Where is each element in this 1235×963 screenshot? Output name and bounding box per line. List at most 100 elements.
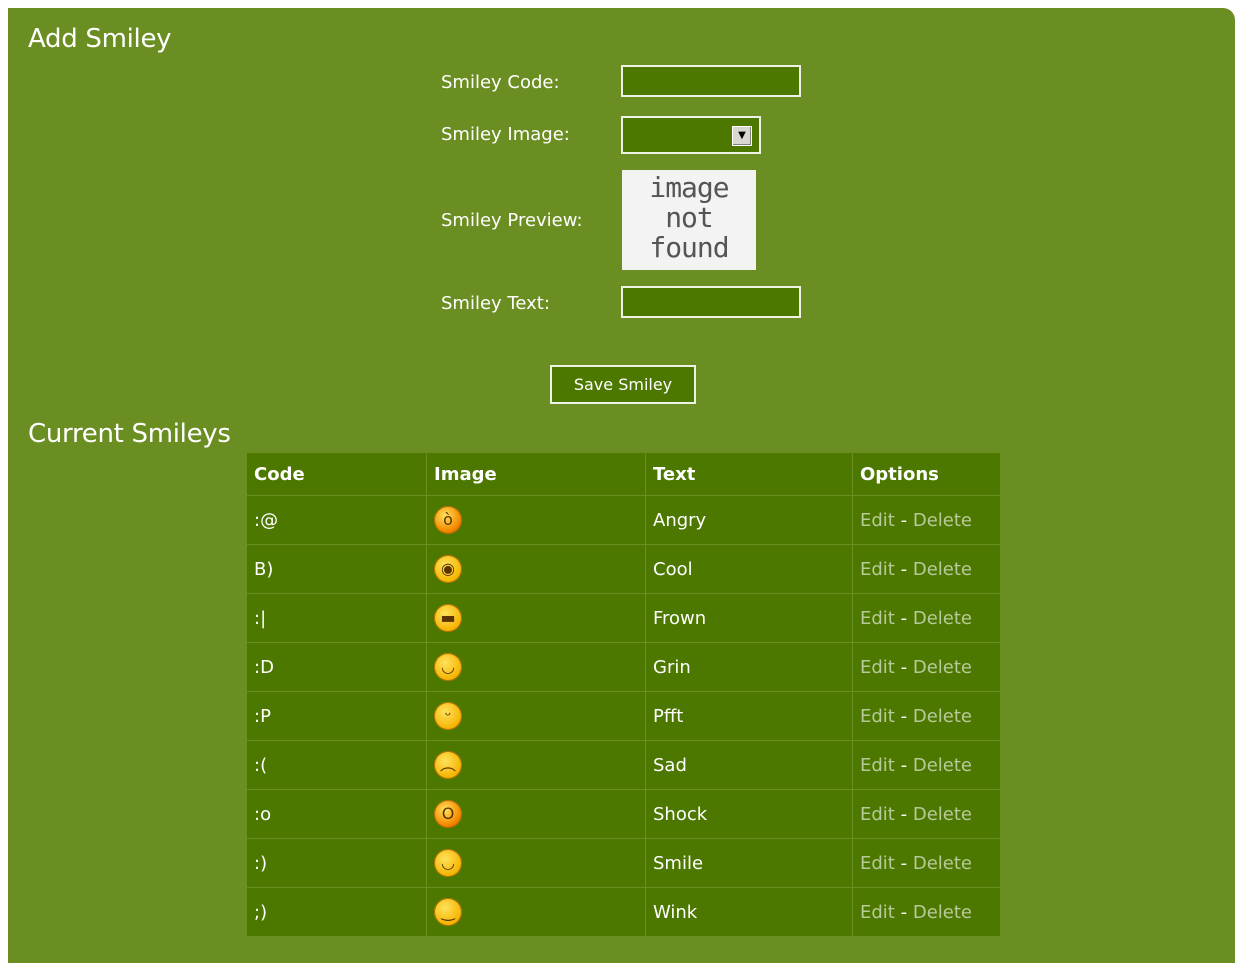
delete-link[interactable]: Delete <box>913 853 972 874</box>
table-row: :D ◡ Grin Edit - Delete <box>246 642 1001 692</box>
smiley-options-cell: Edit - Delete <box>852 593 1001 643</box>
save-smiley-button[interactable]: Save Smiley <box>550 365 696 404</box>
smiley-code-cell: :o <box>246 789 427 839</box>
column-header-text: Text <box>645 452 853 496</box>
smiley-admin-panel: Add Smiley Smiley Code: Smiley Image: ▼ … <box>8 8 1235 963</box>
smiley-text-cell: Shock <box>645 789 853 839</box>
frown-smiley-icon: ▬ <box>434 604 462 632</box>
smiley-options-cell: Edit - Delete <box>852 642 1001 692</box>
smiley-options-cell: Edit - Delete <box>852 544 1001 594</box>
shock-smiley-icon: O <box>434 800 462 828</box>
edit-link[interactable]: Edit <box>860 608 895 629</box>
edit-link[interactable]: Edit <box>860 559 895 580</box>
sad-smiley-icon: ︵ <box>434 751 462 779</box>
smiley-text-cell: Grin <box>645 642 853 692</box>
smiley-code-cell: B) <box>246 544 427 594</box>
smiley-text-label: Smiley Text: <box>441 293 550 314</box>
options-separator: - <box>900 852 908 874</box>
smiley-image-cell: ︵ <box>426 740 646 790</box>
smiley-image-cell: ᵕ <box>426 691 646 741</box>
chevron-down-icon[interactable]: ▼ <box>732 126 752 146</box>
smiley-preview-label: Smiley Preview: <box>441 210 583 231</box>
edit-link[interactable]: Edit <box>860 902 895 923</box>
smiley-text-cell: Frown <box>645 593 853 643</box>
options-separator: - <box>900 509 908 531</box>
current-smileys-heading: Current Smileys <box>28 419 231 449</box>
column-header-code: Code <box>246 452 427 496</box>
table-row: :| ▬ Frown Edit - Delete <box>246 593 1001 643</box>
table-row: :P ᵕ Pfft Edit - Delete <box>246 691 1001 741</box>
smiley-options-cell: Edit - Delete <box>852 887 1001 937</box>
smiley-code-label: Smiley Code: <box>441 72 560 93</box>
smiley-text-cell: Smile <box>645 838 853 888</box>
edit-link[interactable]: Edit <box>860 706 895 727</box>
smiley-code-cell: :) <box>246 838 427 888</box>
smiley-image-cell: ‿ <box>426 887 646 937</box>
smiley-options-cell: Edit - Delete <box>852 740 1001 790</box>
edit-link[interactable]: Edit <box>860 657 895 678</box>
add-smiley-heading: Add Smiley <box>28 24 172 54</box>
options-separator: - <box>900 656 908 678</box>
smiley-image-label: Smiley Image: <box>441 124 570 145</box>
smile-smiley-icon: ◡ <box>434 849 462 877</box>
delete-link[interactable]: Delete <box>913 706 972 727</box>
options-separator: - <box>900 901 908 923</box>
smiley-code-input[interactable] <box>621 65 801 97</box>
smiley-code-cell: :@ <box>246 495 427 545</box>
smiley-options-cell: Edit - Delete <box>852 495 1001 545</box>
table-row: :o O Shock Edit - Delete <box>246 789 1001 839</box>
smiley-text-cell: Cool <box>645 544 853 594</box>
smiley-text-cell: Pfft <box>645 691 853 741</box>
edit-link[interactable]: Edit <box>860 510 895 531</box>
angry-smiley-icon: ò <box>434 506 462 534</box>
smiley-text-cell: Wink <box>645 887 853 937</box>
edit-link[interactable]: Edit <box>860 804 895 825</box>
table-row: :@ ò Angry Edit - Delete <box>246 495 1001 545</box>
delete-link[interactable]: Delete <box>913 608 972 629</box>
smiley-code-cell: :| <box>246 593 427 643</box>
options-separator: - <box>900 803 908 825</box>
smiley-text-cell: Angry <box>645 495 853 545</box>
grin-smiley-icon: ◡ <box>434 653 462 681</box>
delete-link[interactable]: Delete <box>913 559 972 580</box>
smiley-image-cell: ◡ <box>426 642 646 692</box>
table-header-row: Code Image Text Options <box>246 452 1001 496</box>
delete-link[interactable]: Delete <box>913 657 972 678</box>
smiley-code-cell: :D <box>246 642 427 692</box>
smiley-image-cell: ◡ <box>426 838 646 888</box>
smiley-code-cell: :( <box>246 740 427 790</box>
column-header-image: Image <box>426 452 646 496</box>
options-separator: - <box>900 754 908 776</box>
pfft-smiley-icon: ᵕ <box>434 702 462 730</box>
cool-smiley-icon: ◉ <box>434 555 462 583</box>
table-row: :) ◡ Smile Edit - Delete <box>246 838 1001 888</box>
smileys-table: Code Image Text Options :@ ò Angry Edit … <box>246 452 1001 937</box>
table-row: B) ◉ Cool Edit - Delete <box>246 544 1001 594</box>
smiley-options-cell: Edit - Delete <box>852 691 1001 741</box>
options-separator: - <box>900 705 908 727</box>
smiley-preview-image: image not found <box>622 170 756 270</box>
column-header-options: Options <box>852 452 1001 496</box>
edit-link[interactable]: Edit <box>860 853 895 874</box>
delete-link[interactable]: Delete <box>913 902 972 923</box>
options-separator: - <box>900 607 908 629</box>
smiley-text-cell: Sad <box>645 740 853 790</box>
table-row: ;) ‿ Wink Edit - Delete <box>246 887 1001 937</box>
image-not-found-placeholder: image not found <box>649 171 729 264</box>
smiley-image-select[interactable]: ▼ <box>621 116 761 154</box>
delete-link[interactable]: Delete <box>913 804 972 825</box>
delete-link[interactable]: Delete <box>913 510 972 531</box>
smiley-image-cell: O <box>426 789 646 839</box>
smiley-image-cell: ▬ <box>426 593 646 643</box>
table-row: :( ︵ Sad Edit - Delete <box>246 740 1001 790</box>
smiley-code-cell: ;) <box>246 887 427 937</box>
smiley-image-cell: ò <box>426 495 646 545</box>
edit-link[interactable]: Edit <box>860 755 895 776</box>
smiley-code-cell: :P <box>246 691 427 741</box>
smiley-text-input[interactable] <box>621 286 801 318</box>
smiley-options-cell: Edit - Delete <box>852 838 1001 888</box>
smiley-image-cell: ◉ <box>426 544 646 594</box>
delete-link[interactable]: Delete <box>913 755 972 776</box>
wink-smiley-icon: ‿ <box>434 898 462 926</box>
smiley-options-cell: Edit - Delete <box>852 789 1001 839</box>
